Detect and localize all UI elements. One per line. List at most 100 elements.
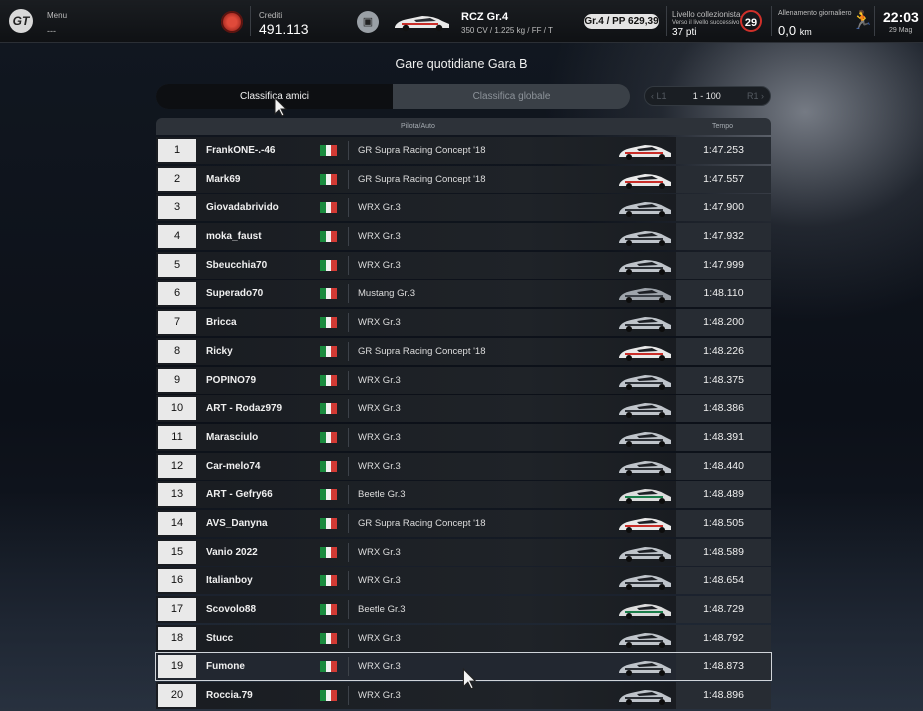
lap-time: 1:48.792 (676, 624, 771, 652)
car-thumbnail (617, 571, 673, 591)
leaderboard-row[interactable]: 15 Vanio 2022 WRX Gr.3 1:48.589 (156, 538, 771, 566)
pager-range: 1 - 100 (692, 91, 721, 101)
lap-time: 1:48.226 (676, 337, 771, 365)
divider (348, 427, 349, 447)
rank-badge: 15 (158, 540, 196, 564)
leaderboard-row[interactable]: 10 ART - Rodaz979 WRX Gr.3 1:48.386 (156, 395, 771, 423)
lap-time: 1:47.932 (676, 223, 771, 251)
car-thumbnail (617, 198, 673, 218)
italy-flag-icon (320, 145, 338, 156)
driver-name: Car-melo74 (206, 460, 261, 472)
garage-icon[interactable]: ▣ (357, 11, 379, 33)
driver-name: FrankONE-.-46 (206, 145, 276, 156)
leaderboard-row[interactable]: 6 Superado70 Mustang Gr.3 1:48.110 (156, 280, 771, 308)
leaderboard-row[interactable]: 12 Car-melo74 WRX Gr.3 1:48.440 (156, 452, 771, 480)
divider (348, 657, 349, 677)
leaderboard-row[interactable]: 4 moka_faust WRX Gr.3 1:47.932 (156, 223, 771, 251)
collector-points: 37 pti (672, 27, 697, 38)
divider (348, 513, 349, 533)
leaderboard-row[interactable]: 8 Ricky GR Supra Racing Concept '18 1:48.22… (156, 337, 771, 365)
car-thumbnail (617, 227, 673, 247)
car-thumbnail (617, 686, 673, 706)
italy-flag-icon (320, 288, 338, 300)
menu-label[interactable]: Menu (47, 11, 67, 20)
leaderboard-row[interactable]: 3 Giovadabrivido WRX Gr.3 1:47.900 (156, 194, 771, 222)
driver-name: Bricca (206, 317, 237, 329)
lap-time: 1:48.200 (676, 309, 771, 337)
italy-flag-icon (320, 403, 338, 415)
italy-flag-icon (320, 259, 338, 271)
leaderboard-row[interactable]: 2 Mark69 GR Supra Racing Concept '18 1:47.5… (156, 165, 771, 193)
training-unit: km (799, 27, 812, 37)
leaderboard-row[interactable]: 18 Stucc WRX Gr.3 1:48.792 (156, 624, 771, 652)
car-thumbnail (617, 514, 673, 534)
divider (771, 6, 772, 36)
driver-name: POPINO79 (206, 374, 257, 386)
tab-global-leaderboard[interactable]: Classifica globale (393, 84, 630, 109)
rank-badge: 12 (158, 454, 196, 478)
divider (348, 370, 349, 390)
rank-badge: 13 (158, 483, 196, 507)
italy-flag-icon (320, 374, 338, 386)
leaderboard-row[interactable]: 14 AVS_Danyna GR Supra Racing Concept '18 1… (156, 509, 771, 537)
lap-time: 1:48.440 (676, 452, 771, 480)
leaderboard-row[interactable]: 11 Marasciulo WRX Gr.3 1:48.391 (156, 423, 771, 451)
car-thumbnail (617, 629, 673, 649)
divider (348, 169, 349, 189)
pager-prev-label: L1 (656, 91, 667, 101)
leaderboard-row[interactable]: 13 ART - Gefry66 Beetle Gr.3 1:48.489 (156, 481, 771, 509)
car-specs: 350 CV / 1.225 kg / FF / T (461, 26, 553, 35)
car-thumbnail (617, 141, 673, 161)
italy-flag-icon (320, 604, 338, 615)
driver-name: Giovadabrivido (206, 202, 279, 214)
car-model: Beetle Gr.3 (358, 604, 406, 615)
car-model: WRX Gr.3 (358, 231, 401, 243)
divider (348, 255, 349, 275)
leaderboard-row[interactable]: 5 Sbeucchia70 WRX Gr.3 1:47.999 (156, 251, 771, 279)
pager-next-button[interactable]: R1 › (747, 91, 764, 101)
italy-flag-icon (320, 690, 338, 702)
driver-name: Stucc (206, 632, 234, 644)
italy-flag-icon (320, 489, 338, 501)
lap-time: 1:48.589 (676, 538, 771, 566)
car-thumbnail (617, 170, 673, 190)
car-thumbnail (617, 485, 673, 505)
gt-logo-icon[interactable]: GT (9, 9, 33, 33)
car-model: WRX Gr.3 (358, 546, 401, 558)
lap-time: 1:48.729 (676, 596, 771, 623)
car-thumbnail (617, 284, 673, 304)
leaderboard-row[interactable]: 16 Italianboy WRX Gr.3 1:48.654 (156, 567, 771, 595)
driver-name: Ricky (206, 345, 233, 357)
driver-name: Sbeucchia70 (206, 259, 268, 271)
car-thumbnail (617, 399, 673, 419)
leaderboard-row[interactable]: 9 POPINO79 WRX Gr.3 1:48.375 (156, 366, 771, 394)
car-thumbnail (617, 428, 673, 448)
driver-name: Marasciulo (206, 431, 259, 443)
credits-label: Crediti (259, 11, 283, 20)
divider (348, 284, 349, 304)
italy-flag-icon (320, 345, 338, 357)
car-model: WRX Gr.3 (358, 374, 401, 386)
italy-flag-icon (320, 460, 338, 472)
leaderboard-row[interactable]: 17 Scovolo88 Beetle Gr.3 1:48.729 (156, 596, 771, 623)
pager-prev-button[interactable]: ‹ L1 (651, 91, 667, 101)
car-model: GR Supra Racing Concept '18 (358, 173, 486, 185)
lap-time: 1:47.900 (676, 194, 771, 222)
divider (666, 6, 667, 36)
divider (348, 456, 349, 476)
leaderboard-row[interactable]: 1 FrankONE-.-46 GR Supra Racing Concept '1… (156, 137, 771, 164)
column-header-time: Tempo (712, 123, 734, 130)
leaderboard-list: 1 FrankONE-.-46 GR Supra Racing Concept '1… (155, 137, 772, 711)
italy-flag-icon (320, 517, 338, 529)
lap-time: 1:48.489 (676, 481, 771, 509)
car-thumbnail (617, 543, 673, 563)
rank-badge: 14 (158, 511, 196, 535)
car-model: WRX Gr.3 (358, 690, 401, 702)
leaderboard-row[interactable]: 7 Bricca WRX Gr.3 1:48.200 (156, 309, 771, 337)
car-model: WRX Gr.3 (358, 460, 401, 472)
rank-badge: 4 (158, 225, 196, 249)
italy-flag-icon (320, 231, 338, 243)
italy-flag-icon (320, 632, 338, 644)
driver-name: Vanio 2022 (206, 546, 258, 558)
driver-name: Scovolo88 (206, 604, 257, 615)
